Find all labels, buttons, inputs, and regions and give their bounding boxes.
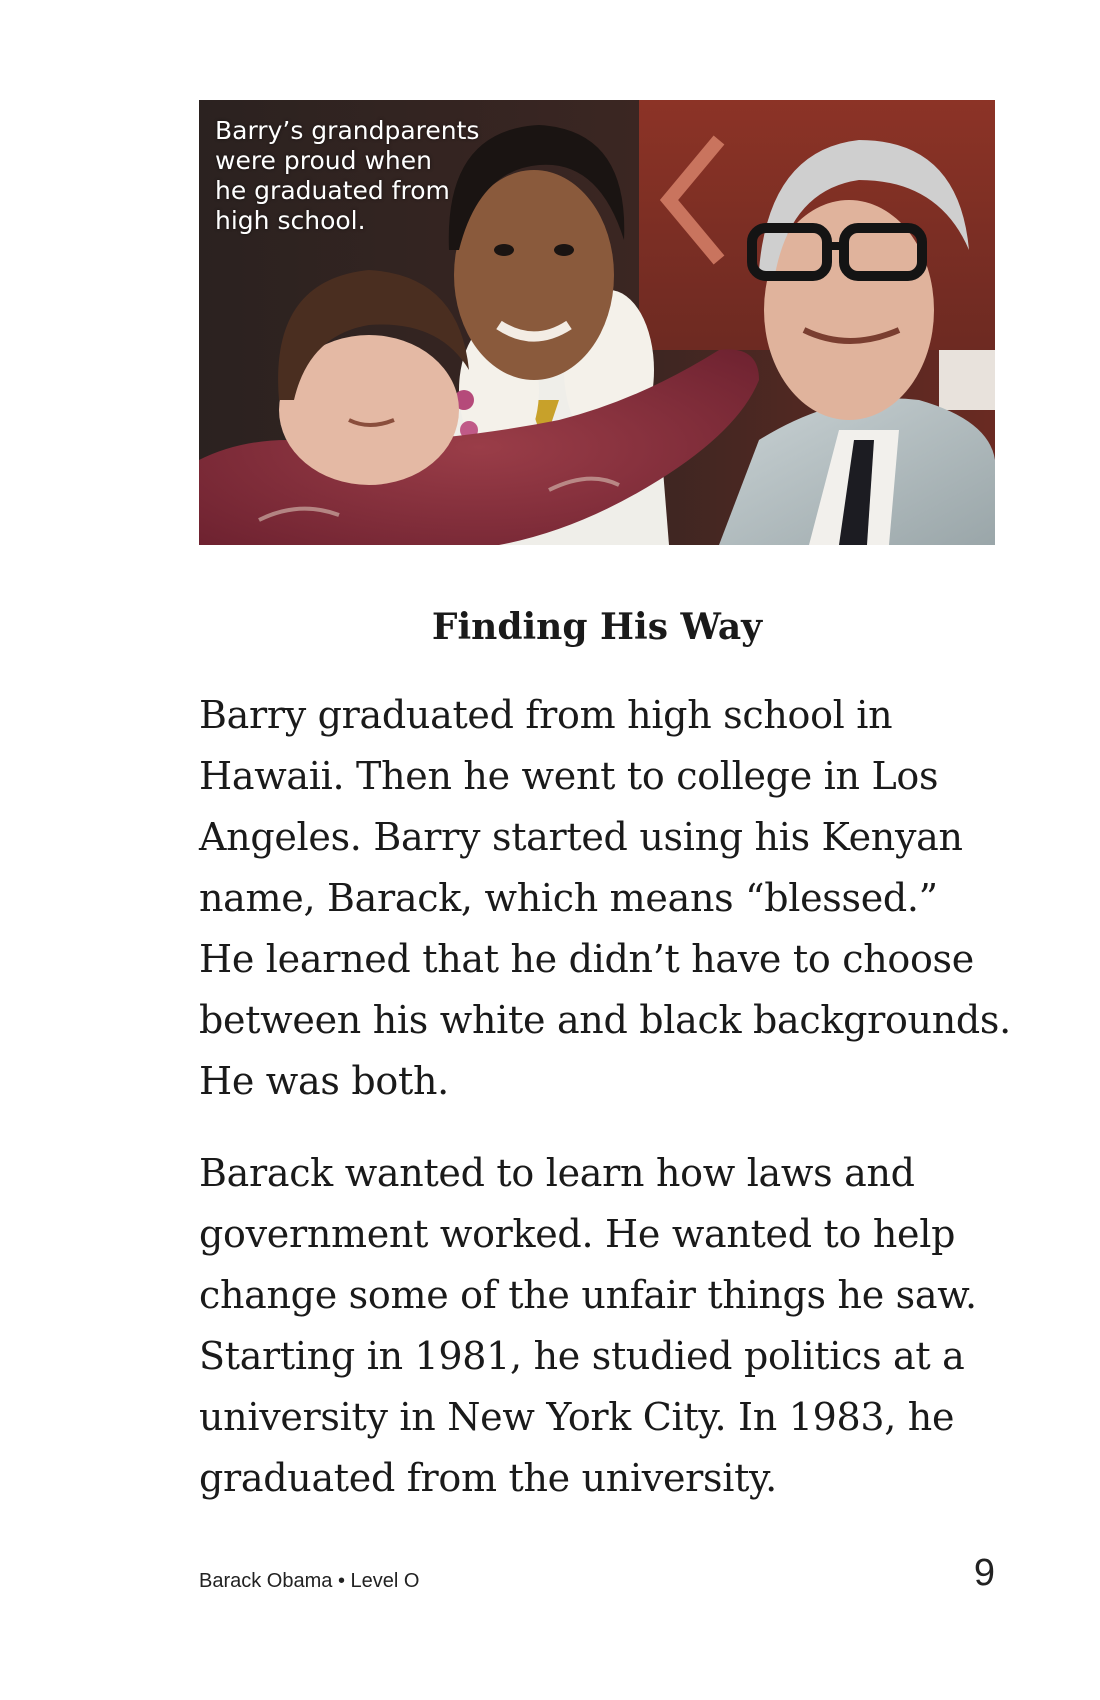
graduation-photo: Barry’s grandparents were proud when he … bbox=[199, 100, 995, 545]
body-paragraph: Barry graduated from high school in Hawa… bbox=[199, 693, 1011, 1103]
body-paragraph: Barack wanted to learn how laws and gove… bbox=[199, 1151, 977, 1500]
photo-caption: Barry’s grandparents were proud when he … bbox=[215, 116, 480, 235]
section-heading: Finding His Way bbox=[431, 606, 763, 648]
page-number: 9 bbox=[973, 1552, 995, 1594]
footer-book-info: Barack Obama • Level O bbox=[199, 1570, 420, 1592]
